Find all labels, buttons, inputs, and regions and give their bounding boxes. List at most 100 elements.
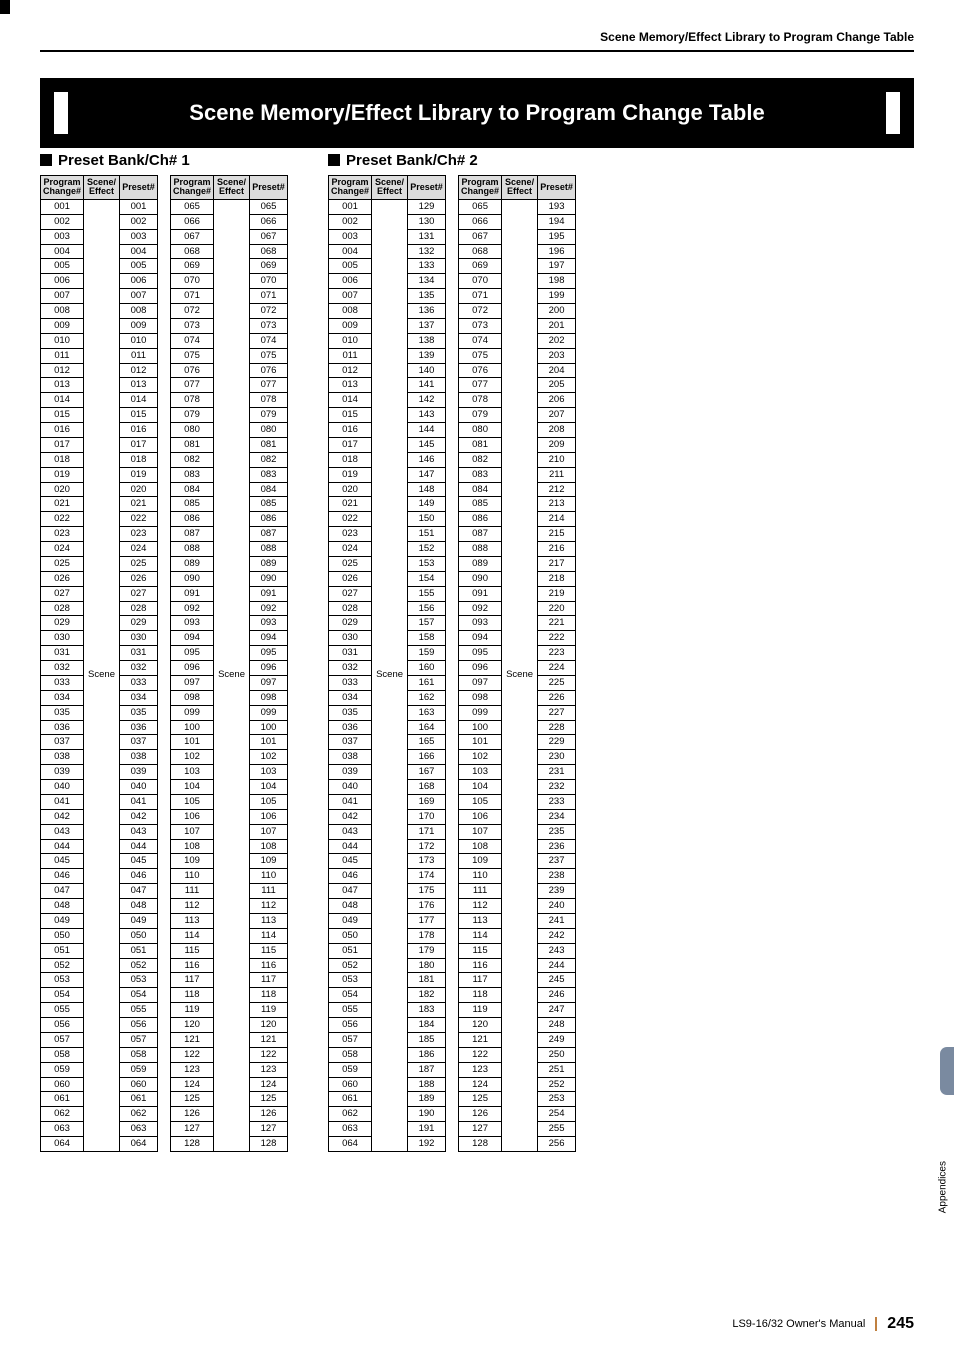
cell-program-change: 110 [459, 869, 502, 884]
cell-program-change: 091 [459, 586, 502, 601]
cell-program-change: 021 [41, 497, 84, 512]
cell-preset: 020 [120, 482, 158, 497]
bank-1: Preset Bank/Ch# 1 ProgramChange#Scene/Ef… [40, 152, 288, 1152]
cell-program-change: 004 [329, 244, 372, 259]
cell-preset: 207 [538, 408, 576, 423]
cell-preset: 241 [538, 913, 576, 928]
cell-preset: 191 [408, 1122, 446, 1137]
cell-preset: 221 [538, 616, 576, 631]
cell-preset: 081 [250, 437, 288, 452]
cell-program-change: 006 [41, 274, 84, 289]
cell-program-change: 122 [171, 1047, 214, 1062]
cell-program-change: 051 [41, 943, 84, 958]
cell-preset: 018 [120, 452, 158, 467]
cell-program-change: 121 [459, 1032, 502, 1047]
cell-preset: 106 [250, 809, 288, 824]
bank-1-heading: Preset Bank/Ch# 1 [40, 152, 288, 169]
cell-preset: 141 [408, 378, 446, 393]
cell-preset: 197 [538, 259, 576, 274]
cell-program-change: 085 [171, 497, 214, 512]
cell-preset: 090 [250, 571, 288, 586]
cell-preset: 114 [250, 928, 288, 943]
cell-program-change: 020 [41, 482, 84, 497]
cell-preset: 079 [250, 408, 288, 423]
cell-program-change: 107 [171, 824, 214, 839]
cell-program-change: 119 [459, 1003, 502, 1018]
cell-program-change: 081 [171, 437, 214, 452]
cell-program-change: 113 [459, 913, 502, 928]
cell-preset: 189 [408, 1092, 446, 1107]
cell-preset: 175 [408, 884, 446, 899]
square-bullet-icon [40, 154, 52, 166]
cell-preset: 135 [408, 289, 446, 304]
cell-preset: 161 [408, 675, 446, 690]
cell-program-change: 081 [459, 437, 502, 452]
cell-preset: 012 [120, 363, 158, 378]
cell-program-change: 007 [41, 289, 84, 304]
cell-program-change: 031 [41, 646, 84, 661]
cell-preset: 049 [120, 913, 158, 928]
cell-program-change: 079 [459, 408, 502, 423]
cell-preset: 111 [250, 884, 288, 899]
cell-program-change: 056 [329, 1018, 372, 1033]
cell-preset: 068 [250, 244, 288, 259]
cell-preset: 250 [538, 1047, 576, 1062]
cell-program-change: 122 [459, 1047, 502, 1062]
footer-manual-name: LS9-16/32 Owner's Manual [732, 1318, 865, 1330]
cell-preset: 073 [250, 318, 288, 333]
cell-preset: 232 [538, 780, 576, 795]
cell-program-change: 029 [329, 616, 372, 631]
cell-program-change: 052 [329, 958, 372, 973]
cell-program-change: 093 [171, 616, 214, 631]
cell-preset: 091 [250, 586, 288, 601]
cell-program-change: 067 [459, 229, 502, 244]
bank2-table-a: ProgramChange#Scene/EffectPreset#001Scen… [328, 175, 446, 1152]
cell-preset: 228 [538, 720, 576, 735]
cell-preset: 015 [120, 408, 158, 423]
cell-program-change: 116 [171, 958, 214, 973]
cell-program-change: 001 [41, 199, 84, 214]
cell-preset: 072 [250, 304, 288, 319]
cell-preset: 104 [250, 780, 288, 795]
cell-program-change: 015 [41, 408, 84, 423]
cell-preset: 092 [250, 601, 288, 616]
cell-preset: 047 [120, 884, 158, 899]
cell-preset: 160 [408, 661, 446, 676]
cell-preset: 063 [120, 1122, 158, 1137]
cell-preset: 152 [408, 542, 446, 557]
cell-program-change: 032 [41, 661, 84, 676]
cell-program-change: 068 [171, 244, 214, 259]
cell-preset: 246 [538, 988, 576, 1003]
cell-preset: 139 [408, 348, 446, 363]
cell-program-change: 070 [459, 274, 502, 289]
cell-program-change: 088 [171, 542, 214, 557]
cell-preset: 075 [250, 348, 288, 363]
cell-preset: 255 [538, 1122, 576, 1137]
cell-preset: 005 [120, 259, 158, 274]
cell-program-change: 015 [329, 408, 372, 423]
table-row: 065Scene193 [459, 199, 576, 214]
cell-program-change: 016 [41, 423, 84, 438]
cell-preset: 183 [408, 1003, 446, 1018]
footer-divider-icon [875, 1317, 877, 1331]
cell-preset: 042 [120, 809, 158, 824]
bank-1-heading-text: Preset Bank/Ch# 1 [58, 152, 190, 169]
cell-program-change: 100 [171, 720, 214, 735]
cell-program-change: 107 [459, 824, 502, 839]
cell-program-change: 098 [459, 690, 502, 705]
cell-program-change: 063 [329, 1122, 372, 1137]
cell-preset: 067 [250, 229, 288, 244]
bank-2-heading-text: Preset Bank/Ch# 2 [346, 152, 478, 169]
cell-preset: 148 [408, 482, 446, 497]
cell-program-change: 092 [171, 601, 214, 616]
cell-program-change: 124 [171, 1077, 214, 1092]
page-number: 245 [887, 1315, 914, 1333]
cell-preset: 125 [250, 1092, 288, 1107]
cell-program-change: 018 [329, 452, 372, 467]
cell-preset: 105 [250, 794, 288, 809]
cell-program-change: 114 [171, 928, 214, 943]
thumb-tab-label: Appendices [937, 1161, 948, 1213]
cell-preset: 117 [250, 973, 288, 988]
cell-preset: 192 [408, 1137, 446, 1152]
cell-program-change: 102 [459, 750, 502, 765]
